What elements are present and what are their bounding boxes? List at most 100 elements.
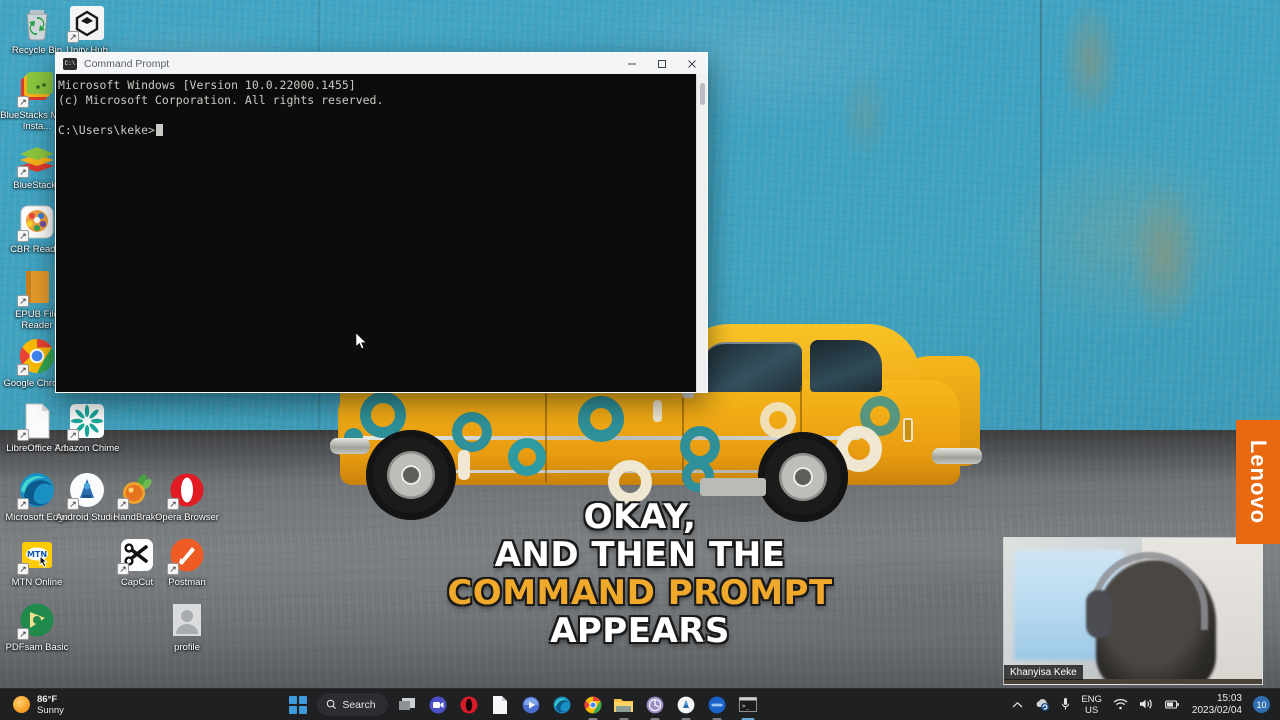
speaker-icon[interactable] xyxy=(1139,698,1154,712)
desktop-icon-amazon-chime[interactable]: ↗ Amazon Chime xyxy=(50,402,124,454)
shortcut-arrow-icon: ↗ xyxy=(17,166,29,178)
opera-browser-icon: ↗ xyxy=(167,471,206,510)
console-icon: C:\ xyxy=(63,57,77,70)
taskbar-app-google-chrome[interactable] xyxy=(581,693,605,720)
taskbar-apps: Search >_ xyxy=(286,693,760,720)
shortcut-arrow-icon: ↗ xyxy=(17,498,29,510)
wifi-icon[interactable] xyxy=(1113,698,1128,712)
shortcut-arrow-icon: ↗ xyxy=(117,563,129,575)
region-code: US xyxy=(1085,704,1099,716)
close-button[interactable] xyxy=(677,53,707,74)
shortcut-arrow-icon: ↗ xyxy=(67,31,79,43)
taskbar-app-bittorrent[interactable] xyxy=(643,693,667,720)
shortcut-arrow-icon: ↗ xyxy=(167,498,179,510)
taskbar-app-command-prompt[interactable]: >_ xyxy=(736,693,760,720)
pdfsam-basic-icon: ↗ xyxy=(17,601,56,640)
taskbar-app-task-view[interactable] xyxy=(395,693,419,717)
minimize-button[interactable] xyxy=(617,53,647,74)
shortcut-arrow-icon: ↗ xyxy=(17,563,29,575)
clock-widget[interactable]: 15:03 2023/02/04 xyxy=(1192,693,1242,717)
blue-app-icon xyxy=(708,696,726,713)
profile-file-icon xyxy=(168,601,206,639)
shortcut-arrow-icon: ↗ xyxy=(17,295,29,307)
file-explorer-icon xyxy=(614,698,634,712)
window-title: Command Prompt xyxy=(84,57,170,70)
scrollbar-thumb[interactable] xyxy=(700,83,705,105)
shortcut-arrow-icon: ↗ xyxy=(17,230,29,242)
search-label: Search xyxy=(342,698,376,711)
taskbar-app-media-player[interactable] xyxy=(519,693,543,717)
console-output[interactable]: Microsoft Windows [Version 10.0.22000.14… xyxy=(56,74,696,392)
shortcut-arrow-icon: ↗ xyxy=(117,498,129,510)
taskbar-app-file-explorer[interactable] xyxy=(612,693,636,720)
media-player-icon xyxy=(522,696,539,713)
desktop-icon-pdfsam-basic[interactable]: ↗ PDFsam Basic xyxy=(0,601,74,653)
shortcut-arrow-icon: ↗ xyxy=(67,498,79,510)
shortcut-arrow-icon: ↗ xyxy=(17,364,29,376)
shortcut-arrow-icon: ↗ xyxy=(67,429,79,441)
text-cursor xyxy=(155,124,163,136)
task-view-icon xyxy=(398,697,415,710)
zoom-icon xyxy=(429,696,447,713)
desktop-icon-mtn-online[interactable]: MTN ↗ MTN Online xyxy=(0,536,74,588)
console-body[interactable]: Microsoft Windows [Version 10.0.22000.14… xyxy=(56,74,707,392)
desktop-icon-label: MTN Online xyxy=(11,577,63,588)
sun-icon xyxy=(13,696,30,713)
desktop-icon-profile-file[interactable]: profile xyxy=(150,601,224,653)
chevron-up-icon[interactable] xyxy=(1012,699,1023,711)
shortcut-arrow-icon: ↗ xyxy=(17,429,29,441)
epub-file-reader-icon: ↗ xyxy=(17,268,56,307)
maximize-button[interactable] xyxy=(647,53,677,74)
battery-icon[interactable] xyxy=(1164,698,1181,712)
mouse-pointer-icon xyxy=(356,333,367,349)
desktop-icon-postman[interactable]: ↗ Postman xyxy=(150,536,224,588)
desktop-icon-label: Amazon Chime xyxy=(54,443,120,454)
system-tray: ENG US 15:03 2023/02/04 10 xyxy=(1012,693,1280,717)
desktop-icon-unity-hub[interactable]: ↗ Unity Hub xyxy=(50,4,124,56)
bluestacks-icon: ↗ xyxy=(17,139,56,178)
lenovo-label: Lenovo xyxy=(1246,439,1272,525)
onedrive-sync-icon[interactable] xyxy=(1034,697,1050,713)
notification-badge[interactable]: 10 xyxy=(1252,696,1270,713)
amazon-chime-icon: ↗ xyxy=(67,402,106,441)
start-button[interactable] xyxy=(286,693,310,717)
headphone-earcup xyxy=(1086,590,1112,638)
search-icon xyxy=(327,699,337,710)
windows-logo-icon xyxy=(289,695,308,714)
taskbar-app-zoom[interactable] xyxy=(426,693,450,717)
weather-widget[interactable]: 86°F Sunny xyxy=(0,694,160,716)
shortcut-arrow-icon: ↗ xyxy=(17,96,29,108)
window-titlebar[interactable]: C:\ Command Prompt xyxy=(56,53,707,74)
desktop-icon-label: PDFsam Basic xyxy=(5,642,69,653)
search-button[interactable]: Search xyxy=(317,693,388,716)
microphone-icon[interactable] xyxy=(1061,697,1070,713)
weather-condition: Sunny xyxy=(37,704,64,716)
shortcut-arrow-icon: ↗ xyxy=(167,563,179,575)
desktop-icon-opera-browser[interactable]: ↗ Opera Browser xyxy=(150,471,224,523)
document-icon xyxy=(492,695,507,714)
taskbar-app-notepad[interactable] xyxy=(488,693,512,717)
webcam-overlay[interactable]: Khanyisa Keke xyxy=(1003,537,1263,685)
console-scrollbar[interactable] xyxy=(696,74,707,392)
webcam-name-label: Khanyisa Keke xyxy=(1004,665,1083,680)
command-prompt-window[interactable]: C:\ Command Prompt Microsoft Windows [Ve… xyxy=(55,52,708,393)
taskbar-app-android-studio[interactable] xyxy=(674,693,698,720)
taskbar-app-microsoft-edge[interactable] xyxy=(550,693,574,717)
lenovo-brand-tab: Lenovo xyxy=(1236,420,1280,544)
bittorrent-icon xyxy=(646,696,664,713)
svg-text:MTN: MTN xyxy=(27,550,47,559)
taskbar: 86°F Sunny Search >_ ENG US 15:03 2023/0… xyxy=(0,688,1280,720)
taskbar-app-blue-app[interactable] xyxy=(705,693,729,720)
desktop-icon-label: Postman xyxy=(168,577,206,588)
bluestacks-multi-instance-icon: ↗ xyxy=(17,69,56,108)
language-code: ENG xyxy=(1081,693,1102,705)
command-prompt-icon: >_ xyxy=(738,697,757,712)
android-studio-icon xyxy=(677,696,695,713)
google-chrome-icon: ↗ xyxy=(17,337,56,376)
opera-icon xyxy=(460,696,478,713)
taskbar-app-opera[interactable] xyxy=(457,693,481,717)
language-indicator[interactable]: ENG US xyxy=(1081,694,1102,716)
microsoft-edge-icon xyxy=(553,696,571,713)
clock-date: 2023/02/04 xyxy=(1191,704,1242,716)
cbr-reader-icon: ↗ xyxy=(17,203,56,242)
